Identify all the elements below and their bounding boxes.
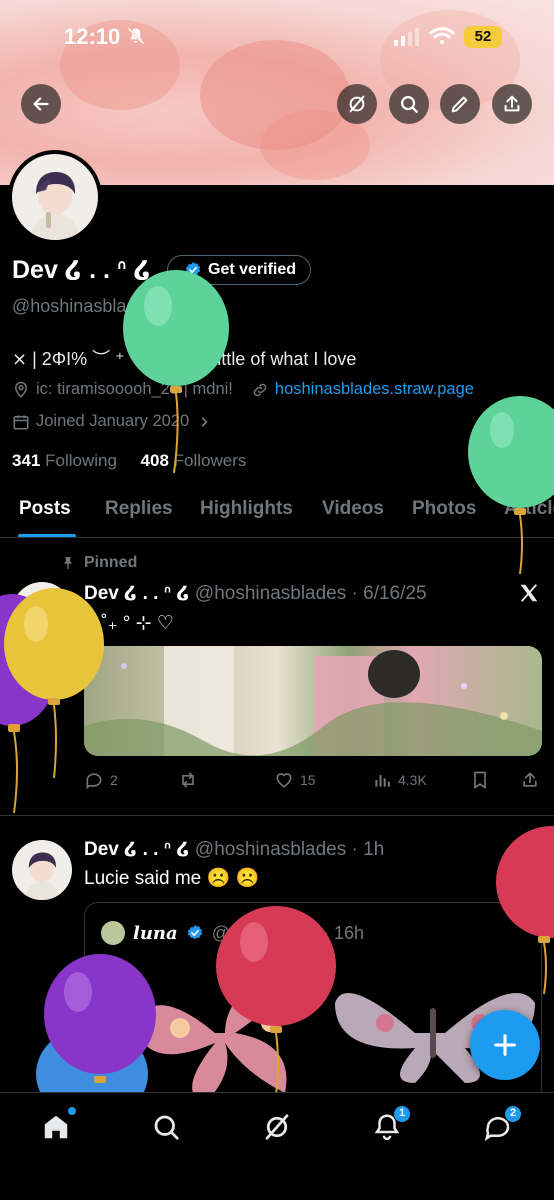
status-bar: 12:10 52 [0,0,554,74]
balloon-green [468,396,554,575]
views-button[interactable]: 4.3K [372,770,427,790]
balloon-red [216,906,336,1094]
verified-badge-icon [187,925,202,940]
tab-videos[interactable]: Videos [322,498,384,520]
post-text: Lucie said me ☹️ ☹️ [84,868,260,889]
nav-home[interactable] [38,1107,76,1145]
nav-grok[interactable] [259,1109,295,1145]
repost-icon [182,772,194,788]
messages-badge: 2 [504,1105,522,1123]
pinned-label: Pinned [60,554,137,572]
search-icon [154,1115,179,1140]
balloon-purple [0,588,104,814]
post-header: Dev ໒ . . ᐢ ໒ @hoshinasblades · 6/16/25 [84,582,427,605]
x-logo-icon[interactable] [518,582,540,604]
post-avatar[interactable] [12,840,72,900]
home-icon [44,1115,68,1139]
media-illustration [84,646,542,756]
signal-icon [394,28,419,46]
pencil-icon [451,96,468,113]
share-icon [504,95,520,112]
grok-button[interactable] [337,84,377,124]
nav-messages[interactable]: 2 [480,1105,522,1145]
status-time: 12:10 [64,24,121,49]
following-label: Following [45,451,117,470]
pinned-text: Pinned [84,554,138,571]
plus-icon [494,1034,516,1056]
profile-website-link[interactable]: hoshinasblades.straw.page [275,380,474,399]
tab-posts[interactable]: Posts [19,498,71,520]
search-icon [401,96,418,113]
profile-meta-row: ic: tiramisooooh_25 | mdni! hoshinasblad… [12,380,474,399]
home-new-dot [68,1107,76,1115]
like-button[interactable]: 15 [274,770,316,790]
back-button[interactable] [21,84,61,124]
quote-author-name: luna [133,922,178,944]
search-button[interactable] [389,84,429,124]
pin-icon [64,557,72,569]
bookmark-icon [474,771,486,790]
reply-count: 2 [110,772,118,788]
post-share-button[interactable] [520,770,540,790]
balloon-red [496,826,554,995]
like-count: 15 [300,772,316,788]
tab-replies[interactable]: Replies [105,498,173,520]
balloon-purple [36,954,156,1092]
share-button[interactable] [492,84,532,124]
post-handle-time: @hoshinasblades · 1h [194,839,385,860]
tab-highlights[interactable]: Highlights [200,498,293,520]
link-icon [253,383,267,396]
post-header: Dev ໒ . . ᐢ ໒ @hoshinasblades · 1h [84,838,384,861]
quote-avatar [101,921,125,945]
bottom-nav: 1 2 [0,1092,554,1200]
grok-icon [265,1114,289,1140]
following-link[interactable]: 341 Following [12,451,117,470]
views-icon [375,775,390,787]
bookmark-button[interactable] [470,770,490,790]
compose-button[interactable] [470,1010,540,1080]
nav-explore[interactable] [148,1109,184,1145]
calendar-icon [13,414,29,429]
location-icon [14,381,28,398]
nav-notifications[interactable]: 1 [369,1105,411,1145]
grok-icon [349,95,365,113]
share-icon [523,772,537,787]
profile-avatar[interactable] [8,150,102,244]
repost-button[interactable] [178,770,198,790]
balloon-green [123,270,229,474]
post-actions: 2 15 4.3K [84,770,544,794]
back-arrow-icon [33,97,49,111]
post-author-name[interactable]: Dev ໒ . . ᐢ ໒ [84,839,190,860]
post-media-image[interactable] [84,646,542,756]
battery-indicator: 52 [464,26,502,48]
heart-icon [276,773,292,788]
avatar-illustration [12,154,98,240]
bell-off-icon [127,27,145,45]
post-handle-time: @hoshinasblades · 6/16/25 [194,583,427,604]
wifi-icon [429,27,455,44]
edit-profile-button[interactable] [440,84,480,124]
following-count: 341 [12,451,41,470]
avatar-illustration [12,840,72,900]
views-count: 4.3K [398,772,427,788]
notifications-badge: 1 [393,1105,411,1123]
